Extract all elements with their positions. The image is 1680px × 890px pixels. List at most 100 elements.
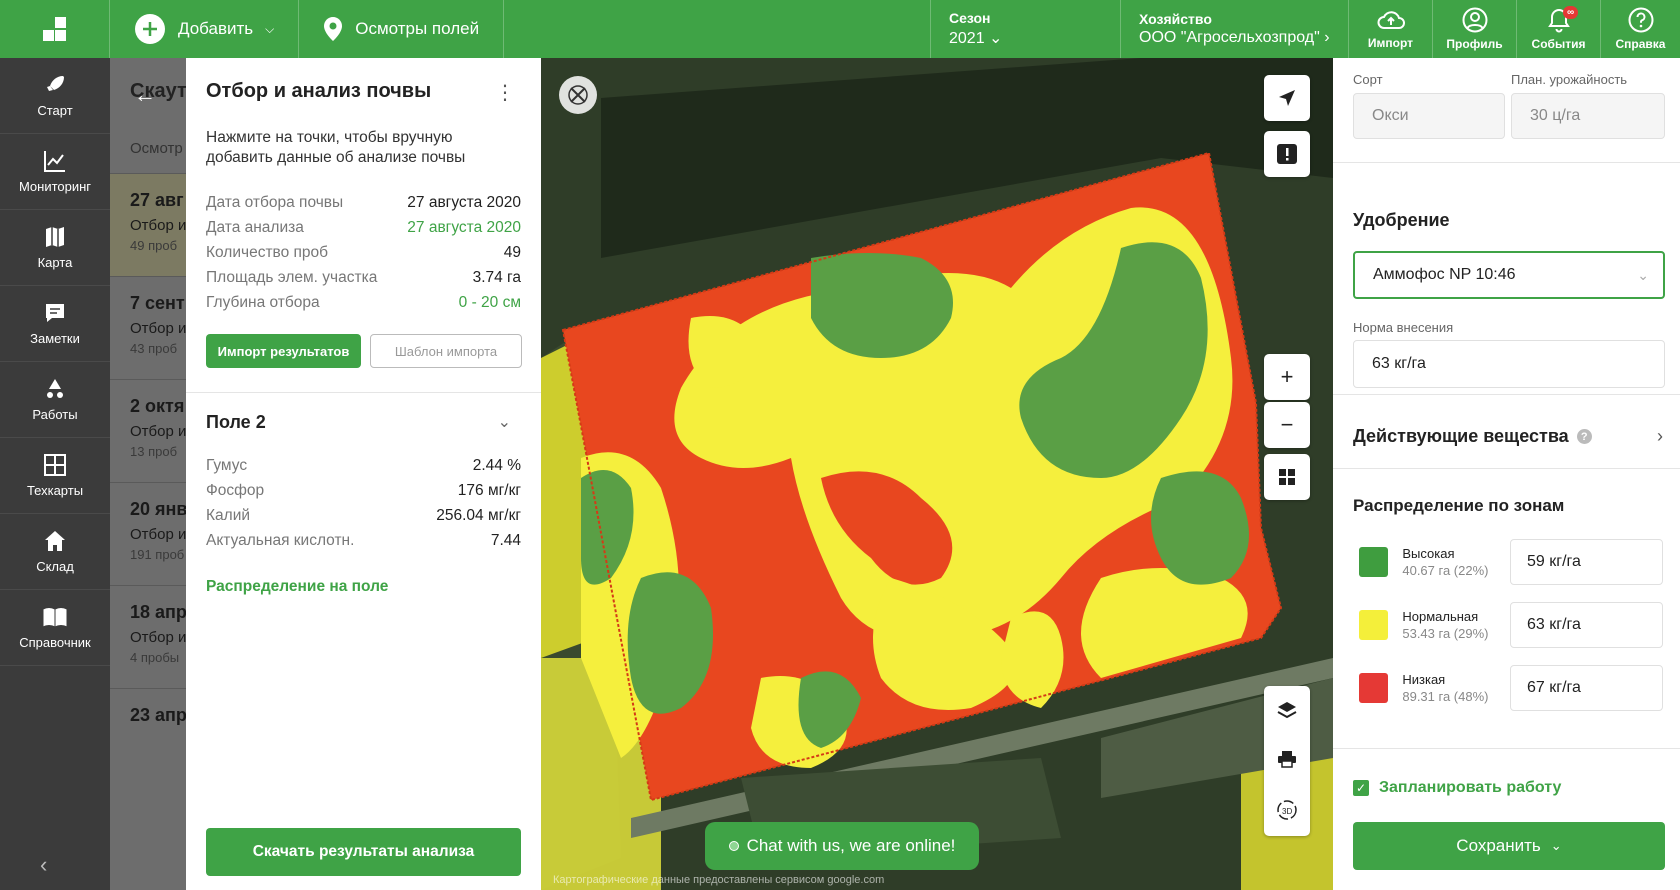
zone-rate-input[interactable]: 67 кг/га xyxy=(1509,665,1663,711)
nav-label: Техкарты xyxy=(26,483,84,498)
locate-button[interactable] xyxy=(1264,75,1310,121)
active-substances-row[interactable]: Действующие вещества ? › xyxy=(1353,426,1663,447)
plan-work-checkbox[interactable]: ✓ Запланировать работу xyxy=(1353,779,1561,797)
print-icon[interactable] xyxy=(1277,750,1297,768)
nav-item-notes[interactable]: Заметки xyxy=(0,286,110,362)
zoom-out-button[interactable]: − xyxy=(1264,402,1310,448)
yield-field[interactable]: 30 ц/га xyxy=(1511,93,1665,139)
save-button[interactable]: Сохранить ⌄ xyxy=(1353,822,1665,870)
plan-work-label: Запланировать работу xyxy=(1379,779,1562,796)
field-value: 3.74 га xyxy=(472,269,521,286)
list-item[interactable]: 20 янв Отбор и 191 проб xyxy=(110,483,186,586)
nav-item-monitoring[interactable]: Мониторинг xyxy=(0,134,110,210)
list-item[interactable]: 18 апр Отбор и 4 пробы xyxy=(110,586,186,689)
metric-key: Актуальная кислотн. xyxy=(206,532,355,549)
fertilizer-select[interactable]: Аммофос NP 10:46 ⌄ xyxy=(1353,251,1665,299)
help-button[interactable]: Справка xyxy=(1600,0,1680,58)
chevron-down-icon: ⌄ xyxy=(1637,266,1649,283)
zone-swatch xyxy=(1359,673,1389,703)
rate-field[interactable]: 63 кг/га xyxy=(1353,340,1665,388)
list-item-type: Отбор и xyxy=(130,526,186,543)
list-item[interactable]: 27 авг Отбор и 49 проб xyxy=(110,174,186,277)
minus-icon: − xyxy=(1280,412,1294,437)
farm-value: ООО "Агросельхозпрод" › xyxy=(1139,29,1330,46)
metric-row: Актуальная кислотн. 7.44 xyxy=(206,532,521,550)
field-value: 49 xyxy=(503,244,521,261)
list-item-type: Отбор и xyxy=(130,320,186,337)
chevron-down-icon: ⌵ xyxy=(265,21,275,36)
nav-item-map[interactable]: Карта xyxy=(0,210,110,286)
map-view[interactable]: + − 3D Chat with us, we are online! Карт… xyxy=(541,58,1333,890)
list-item-count: 49 проб xyxy=(130,238,178,253)
list-item-count: 191 проб xyxy=(130,547,185,562)
zone-area: 89.31 га (48%) xyxy=(1402,689,1489,704)
metric-row: Гумус 2.44 % xyxy=(206,457,521,475)
add-button[interactable]: Добавить ⌵ xyxy=(110,0,300,58)
chevron-down-icon[interactable]: ⌄ xyxy=(498,412,511,432)
field-key: Дата анализа xyxy=(206,219,304,236)
metric-key: Фосфор xyxy=(206,482,265,499)
alert-button[interactable] xyxy=(1264,131,1310,177)
zone-row-normal: Нормальная 53.43 га (29%) 63 кг/га xyxy=(1353,602,1663,648)
nav-item-techmaps[interactable]: Техкарты xyxy=(0,438,110,514)
nav-item-warehouse[interactable]: Склад xyxy=(0,514,110,590)
list-item[interactable]: 7 сент Отбор и 43 проб xyxy=(110,277,186,380)
import-template-button[interactable]: Шаблон импорта xyxy=(370,334,522,368)
nav-item-works[interactable]: Работы xyxy=(0,362,110,438)
field-key: Площадь элем. участка xyxy=(206,269,378,286)
field-inspections-button[interactable]: Осмотры полей xyxy=(299,0,505,58)
zone-name: Нормальная xyxy=(1402,609,1479,624)
help-icon xyxy=(1628,7,1653,33)
scouting-list: Скаут ← Осмотр 27 авг Отбор и 49 проб 7 … xyxy=(110,58,186,890)
farm-selector[interactable]: Хозяйство ООО "Агросельхозпрод" › xyxy=(1120,0,1348,58)
plot-area-row: Площадь элем. участка 3.74 га xyxy=(206,269,521,287)
yield-label: План. урожайность xyxy=(1511,72,1628,87)
chat-widget[interactable]: Chat with us, we are online! xyxy=(705,822,979,870)
variety-field[interactable]: Окси xyxy=(1353,93,1505,139)
zone-rate-input[interactable]: 63 кг/га xyxy=(1509,602,1663,648)
nav-item-start[interactable]: Старт xyxy=(0,58,110,134)
map-tools-button[interactable] xyxy=(559,76,597,114)
back-arrow-icon[interactable]: ← xyxy=(134,82,156,108)
zone-rate-input[interactable]: 59 кг/га xyxy=(1509,539,1663,585)
season-selector[interactable]: Сезон 2021 ⌄ xyxy=(930,0,1120,58)
3d-rotate-icon[interactable]: 3D xyxy=(1276,799,1298,821)
list-item[interactable]: 2 октя Отбор и 13 проб xyxy=(110,380,186,483)
inspections-label: Осмотры полей xyxy=(355,19,480,38)
layout-button[interactable] xyxy=(1264,454,1310,500)
plus-circle-icon xyxy=(135,14,165,44)
dashboard-icon xyxy=(1279,469,1295,485)
rocket-icon xyxy=(47,76,64,91)
depth-row: Глубина отбора 0 - 20 см xyxy=(206,294,521,312)
add-label: Добавить xyxy=(178,19,254,38)
events-button[interactable]: ∞ События xyxy=(1516,0,1600,58)
app-logo[interactable] xyxy=(0,0,110,58)
more-vertical-icon[interactable]: ⋮ xyxy=(495,80,515,105)
nav-item-reference[interactable]: Справочник xyxy=(0,590,110,666)
list-item[interactable]: 23 апр xyxy=(110,689,186,792)
top-bar: Добавить ⌵ Осмотры полей Сезон 2021 ⌄ Хо… xyxy=(0,0,1680,58)
zone-row-high: Высокая 40.67 га (22%) 59 кг/га xyxy=(1353,539,1663,585)
distribution-link[interactable]: Распределение на поле xyxy=(206,578,388,596)
metric-value: 7.44 xyxy=(490,532,521,549)
map-credits: Картографические данные предоставлены се… xyxy=(553,874,885,886)
zoom-in-button[interactable]: + xyxy=(1264,354,1310,400)
import-results-button[interactable]: Импорт результатов xyxy=(206,334,361,368)
online-dot-icon xyxy=(728,841,739,851)
metric-row: Калий 256.04 мг/кг xyxy=(206,507,521,525)
list-item-date: 27 авг xyxy=(130,190,184,210)
collapse-nav-icon[interactable]: ‹ xyxy=(40,852,47,878)
cloud-upload-icon xyxy=(1377,11,1405,29)
logo-icon xyxy=(42,17,66,41)
sampling-date-row: Дата отбора почвы 27 августа 2020 xyxy=(206,194,521,212)
field-key: Количество проб xyxy=(206,244,329,261)
profile-button[interactable]: Профиль xyxy=(1432,0,1516,58)
chevron-right-icon: › xyxy=(1657,426,1663,446)
events-badge: ∞ xyxy=(1563,6,1579,19)
zone-name: Высокая xyxy=(1402,546,1455,561)
import-button[interactable]: Импорт xyxy=(1348,0,1432,58)
download-results-button[interactable]: Скачать результаты анализа xyxy=(206,828,521,876)
layers-icon[interactable] xyxy=(1277,701,1297,719)
import-label: Импорт xyxy=(1367,36,1414,50)
